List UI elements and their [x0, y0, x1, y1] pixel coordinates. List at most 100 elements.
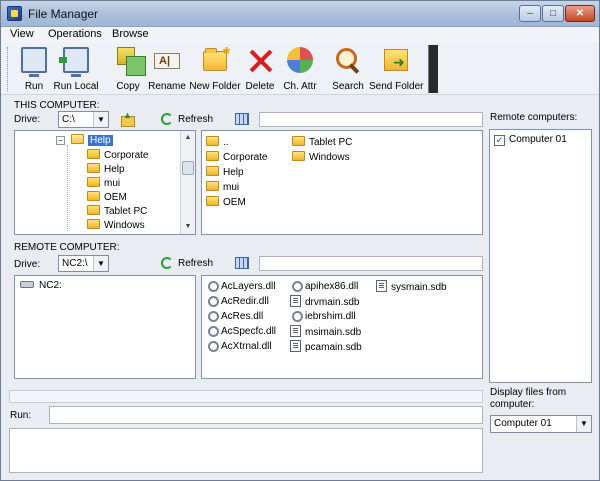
list-item[interactable]: msimain.sdb: [290, 325, 361, 339]
remote-computer-label: REMOTE COMPUTER:: [14, 242, 120, 253]
output-area[interactable]: [9, 428, 483, 473]
list-item[interactable]: sysmain.sdb: [376, 280, 447, 294]
tree-item-label: mui: [104, 178, 121, 189]
remote-folder-tree[interactable]: NC2:: [14, 275, 196, 379]
list-item[interactable]: mui: [206, 181, 239, 195]
change-attributes-button[interactable]: Ch. Attr: [279, 45, 321, 93]
tree-item[interactable]: Tablet PC: [87, 205, 147, 219]
new-folder-button[interactable]: New Folder: [189, 44, 241, 93]
display-files-select[interactable]: Computer 01 ▼: [490, 415, 592, 433]
copy-button-label: Copy: [116, 81, 140, 92]
view-grid-icon[interactable]: [235, 113, 249, 125]
list-item[interactable]: pcamain.sdb: [290, 340, 362, 354]
list-item[interactable]: Help: [206, 166, 244, 180]
folder-icon: [87, 149, 100, 159]
menu-browse[interactable]: Browse: [112, 28, 149, 40]
list-item-label: Help: [223, 167, 244, 178]
view-grid-icon[interactable]: [235, 257, 249, 269]
remote-drive-label: Drive:: [14, 259, 41, 270]
run-local-button[interactable]: Run Local: [53, 45, 99, 93]
local-folder-tree[interactable]: − Help Corporate Help mui OEM Tablet PC …: [14, 130, 196, 235]
menu-view[interactable]: View: [10, 28, 34, 40]
tree-item[interactable]: Corporate: [87, 149, 148, 163]
send-folder-button-label: Send Folder: [369, 81, 424, 92]
close-button[interactable]: ✕: [565, 5, 595, 22]
tree-item-label: OEM: [104, 192, 127, 203]
local-tree-scrollbar[interactable]: ▲ ▼: [180, 131, 195, 234]
list-item[interactable]: AcSpecfc.dll: [206, 325, 276, 339]
tree-connector: [67, 145, 68, 231]
list-item-label: ..: [223, 137, 229, 148]
local-path-box[interactable]: [259, 112, 483, 127]
scroll-up-icon[interactable]: ▲: [181, 131, 195, 145]
new-folder-icon: [203, 44, 230, 71]
list-item[interactable]: iebrshim.dll: [290, 310, 356, 324]
local-refresh-button[interactable]: Refresh: [178, 114, 213, 125]
rename-button[interactable]: Rename: [147, 45, 187, 93]
tree-item[interactable]: OEM: [87, 191, 127, 205]
list-item-label: AcSpecfc.dll: [221, 326, 277, 337]
tree-item[interactable]: Windows: [87, 219, 145, 233]
list-item[interactable]: AcXtrnal.dll: [206, 340, 272, 354]
list-item-label: mui: [223, 182, 240, 193]
tree-item-label: Tablet PC: [104, 206, 148, 217]
copy-button[interactable]: Copy: [111, 45, 146, 93]
scroll-down-icon[interactable]: ▼: [181, 220, 195, 234]
folder-icon: [87, 191, 100, 201]
list-item[interactable]: OEM: [206, 196, 246, 210]
list-item[interactable]: Tablet PC: [292, 136, 352, 150]
run-button-label: Run: [24, 81, 44, 92]
chevron-down-icon[interactable]: ▼: [576, 416, 591, 432]
list-item[interactable]: Windows: [292, 151, 350, 165]
list-item[interactable]: ..: [206, 136, 229, 150]
remote-drive-select[interactable]: NC2:\ ▼: [58, 255, 109, 272]
tree-item[interactable]: mui: [87, 177, 120, 191]
folder-icon: [206, 196, 219, 206]
dll-file-icon: [206, 280, 219, 292]
drive-icon: [20, 281, 34, 288]
title-bar[interactable]: File Manager – □ ✕: [1, 1, 599, 27]
local-drive-select[interactable]: C:\ ▼: [58, 111, 109, 128]
menu-bar: View Operations Browse: [1, 27, 599, 43]
list-item[interactable]: drvmain.sdb: [290, 295, 359, 309]
delete-button-label: Delete: [245, 81, 275, 92]
sdb-file-icon: [376, 280, 387, 292]
run-button[interactable]: Run: [17, 45, 51, 93]
delete-button[interactable]: Delete: [243, 45, 277, 93]
refresh-icon[interactable]: [161, 113, 173, 125]
menu-operations[interactable]: Operations: [48, 28, 102, 40]
tree-item[interactable]: Help: [87, 163, 125, 177]
tree-item-selected[interactable]: Help: [71, 134, 113, 148]
remote-computers-list[interactable]: ✓ Computer 01: [489, 129, 592, 383]
scroll-thumb[interactable]: [182, 161, 194, 175]
minimize-button[interactable]: –: [519, 5, 541, 22]
list-item-label: iebrshim.dll: [305, 311, 356, 322]
search-button[interactable]: Search: [331, 45, 365, 93]
run-command-input[interactable]: [49, 406, 483, 424]
chevron-down-icon[interactable]: ▼: [93, 256, 108, 271]
remote-path-box[interactable]: [259, 256, 483, 271]
maximize-button[interactable]: □: [542, 5, 564, 22]
chevron-down-icon[interactable]: ▼: [93, 112, 108, 127]
list-item[interactable]: apihex86.dll: [290, 280, 358, 294]
list-item[interactable]: Corporate: [206, 151, 267, 165]
computer-checkbox[interactable]: ✓: [494, 135, 505, 146]
refresh-icon[interactable]: [161, 257, 173, 269]
toolbar-overflow-handle[interactable]: [428, 45, 438, 93]
run-label: Run:: [10, 410, 32, 421]
list-item[interactable]: AcRedir.dll: [206, 295, 269, 309]
list-item[interactable]: AcRes.dll: [206, 310, 263, 324]
send-folder-icon: [384, 49, 408, 71]
folder-up-icon[interactable]: [120, 110, 135, 127]
collapse-toggle[interactable]: −: [56, 136, 65, 145]
dll-file-icon: [206, 295, 219, 307]
toolbar-grip[interactable]: [7, 47, 10, 91]
list-item[interactable]: AcLayers.dll: [206, 280, 275, 294]
remote-refresh-button[interactable]: Refresh: [178, 258, 213, 269]
send-folder-button[interactable]: Send Folder: [369, 45, 423, 93]
computer-list-item-label[interactable]: Computer 01: [509, 134, 567, 148]
local-file-list[interactable]: .. Corporate Help mui OEM Tablet PC Wind…: [201, 130, 483, 235]
list-item-label: pcamain.sdb: [305, 342, 362, 353]
tree-item-drive[interactable]: NC2:: [20, 280, 62, 294]
remote-file-list[interactable]: AcLayers.dll AcRedir.dll AcRes.dll AcSpe…: [201, 275, 483, 379]
